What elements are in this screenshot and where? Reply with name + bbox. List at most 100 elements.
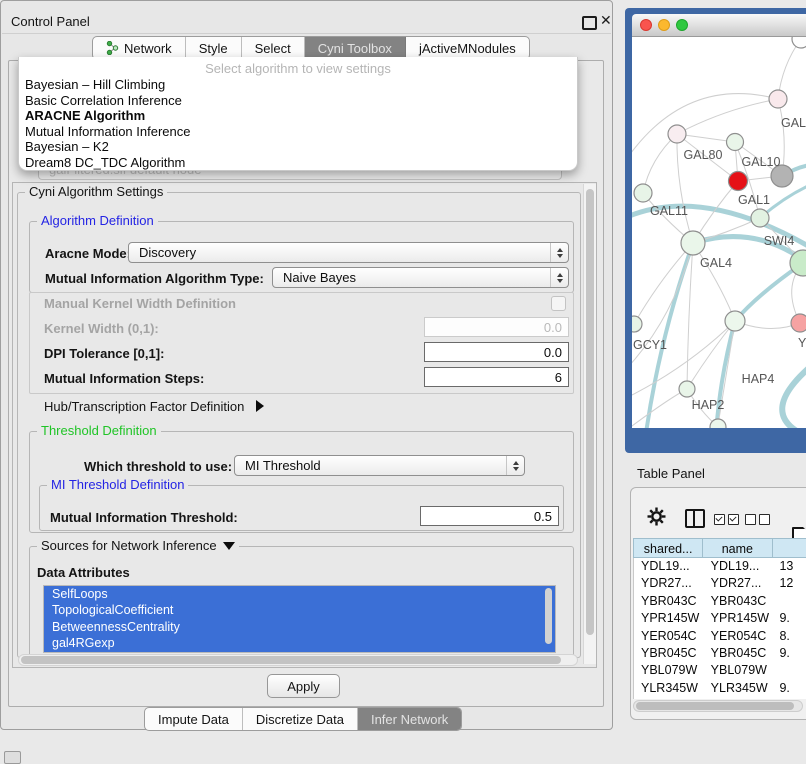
column-header-clipped[interactable]: [773, 538, 806, 558]
which-threshold-combobox[interactable]: MI Threshold: [234, 455, 525, 476]
network-node-swi4[interactable]: [751, 209, 769, 227]
split-columns-icon[interactable]: [685, 509, 705, 528]
network-edge[interactable]: [632, 389, 687, 428]
mac-minimize-icon[interactable]: [658, 19, 670, 31]
hub-section-toggle[interactable]: Hub/Transcription Factor Definition: [44, 399, 264, 414]
list-scrollbar-thumb[interactable]: [545, 588, 552, 644]
table-row[interactable]: YPR145WYPR145W9.: [634, 610, 806, 627]
aracne-mode-combobox[interactable]: Discovery: [128, 242, 569, 263]
mac-zoom-icon[interactable]: [676, 19, 688, 31]
network-canvas[interactable]: GALGAL80GAL10GAL1GAL11SWI4GAL4GCY1HAP4YH…: [632, 37, 806, 428]
algorithm-option-mutual-information-inference[interactable]: Mutual Information Inference: [19, 124, 577, 140]
table-cell: 13: [772, 558, 806, 575]
tab-style[interactable]: Style: [186, 37, 242, 59]
tab-cyni-toolbox[interactable]: Cyni Toolbox: [305, 37, 406, 59]
mi-type-combobox[interactable]: Naive Bayes: [272, 267, 569, 288]
table-row[interactable]: YBL079WYBL079W: [634, 662, 806, 679]
network-node-gal1[interactable]: [729, 172, 748, 191]
tab-jactivemnodules[interactable]: jActiveMNodules: [406, 37, 529, 59]
algorithm-option-aracne-algorithm[interactable]: ARACNE Algorithm: [19, 108, 577, 124]
kernel-width-field[interactable]: 0.0: [424, 317, 569, 337]
network-node-gal11[interactable]: [634, 184, 652, 202]
table-row[interactable]: YER054CYER054C8.: [634, 628, 806, 645]
column-header-name[interactable]: name: [703, 538, 772, 558]
group-title: Algorithm Definition: [37, 213, 158, 228]
table-header-row: shared...name: [633, 538, 806, 558]
spinner-arrows-icon[interactable]: [550, 243, 568, 262]
gear-icon[interactable]: [647, 507, 666, 531]
algorithm-option-basic-correlation-inference[interactable]: Basic Correlation Inference: [19, 93, 577, 109]
deselect-all-checkboxes-icon[interactable]: [745, 512, 773, 530]
expanded-arrow-icon[interactable]: [223, 542, 235, 550]
settings-vertical-scrollbar[interactable]: [583, 184, 596, 664]
table-cell: YDR27...: [634, 575, 704, 592]
manual-kernel-checkbox[interactable]: [551, 296, 566, 311]
scrollbar-thumb[interactable]: [636, 702, 794, 710]
tab-impute-data[interactable]: Impute Data: [145, 708, 243, 730]
dpi-tolerance-label: DPI Tolerance [0,1]:: [44, 346, 164, 361]
network-edge[interactable]: [643, 134, 677, 193]
node-label-swi4: SWI4: [764, 234, 795, 248]
scrollbar-thumb[interactable]: [21, 656, 561, 664]
table-row[interactable]: YIL052CYIL052C9: [634, 697, 806, 699]
group-title: Cyni Algorithm Settings: [25, 184, 167, 199]
table-cell: YDL19...: [704, 558, 773, 575]
table-row[interactable]: YDL19...YDL19...13: [634, 558, 806, 575]
table-cell: 9.: [772, 680, 806, 697]
apply-button[interactable]: Apply: [267, 674, 340, 698]
mi-steps-field[interactable]: 6: [424, 367, 569, 387]
tab-network[interactable]: Network: [93, 37, 186, 59]
tab-discretize-data[interactable]: Discretize Data: [243, 708, 358, 730]
node-label-hap4: HAP4: [742, 372, 775, 386]
tab-select[interactable]: Select: [242, 37, 305, 59]
network-node-gal10[interactable]: [727, 134, 744, 151]
network-node-gal80[interactable]: [668, 125, 686, 143]
network-node-gal4[interactable]: [681, 231, 705, 255]
spinner-arrows-icon[interactable]: [506, 456, 524, 475]
table-row[interactable]: YLR345WYLR345W9.: [634, 680, 806, 697]
network-node[interactable]: [710, 419, 726, 428]
network-window-titlebar[interactable]: [632, 14, 806, 37]
network-node-gal[interactable]: [769, 90, 787, 108]
tab-infer-network[interactable]: Infer Network: [358, 708, 461, 730]
network-edge[interactable]: [677, 99, 778, 134]
network-edge[interactable]: [687, 243, 693, 389]
table-cell: YBR043C: [634, 593, 704, 610]
table-cell: YBR043C: [704, 593, 773, 610]
attribute-item-selfloops[interactable]: SelfLoops: [44, 586, 555, 602]
network-node-y[interactable]: [791, 314, 806, 332]
network-edge[interactable]: [693, 243, 735, 321]
select-all-checkboxes-icon[interactable]: [714, 512, 742, 530]
algorithm-dropdown-list: Bayesian – Hill ClimbingBasic Correlatio…: [19, 77, 577, 171]
table-horizontal-scrollbar[interactable]: [633, 700, 803, 712]
table-row[interactable]: YDR27...YDR27...12: [634, 575, 806, 592]
network-node-hap2[interactable]: [679, 381, 695, 397]
algorithm-option-dream8-dc-tdc-algorithm[interactable]: Dream8 DC_TDC Algorithm: [19, 155, 577, 171]
network-node-hap4[interactable]: [725, 311, 745, 331]
attribute-item-topologicalcoefficient[interactable]: TopologicalCoefficient: [44, 602, 555, 618]
scrollbar-thumb[interactable]: [586, 189, 594, 635]
settings-horizontal-scrollbar[interactable]: [18, 654, 578, 666]
network-edge[interactable]: [778, 39, 801, 99]
attribute-item-gal4rgexp[interactable]: gal4RGexp: [44, 635, 555, 651]
table-row[interactable]: YBR043CYBR043C: [634, 593, 806, 610]
network-node-gcy1[interactable]: [632, 316, 642, 332]
mac-close-icon[interactable]: [640, 19, 652, 31]
network-node[interactable]: [792, 37, 806, 48]
collapsed-arrow-icon[interactable]: [256, 400, 264, 412]
dpi-tolerance-field[interactable]: 0.0: [424, 342, 569, 362]
attribute-item-betweennesscentrality[interactable]: BetweennessCentrality: [44, 619, 555, 635]
mi-threshold-field[interactable]: 0.5: [420, 506, 559, 526]
network-edge[interactable]: [634, 243, 693, 324]
algorithm-option-bayesian-hill-climbing[interactable]: Bayesian – Hill Climbing: [19, 77, 577, 93]
spinner-arrows-icon[interactable]: [550, 268, 568, 287]
algorithm-option-bayesian-k2[interactable]: Bayesian – K2: [19, 139, 577, 155]
column-header-shared[interactable]: shared...: [633, 538, 703, 558]
docked-panel-icon[interactable]: [4, 751, 21, 764]
close-icon[interactable]: ✕: [600, 12, 612, 29]
data-attributes-list[interactable]: SelfLoopsTopologicalCoefficientBetweenne…: [43, 585, 556, 653]
table-row[interactable]: YBR045CYBR045C9.: [634, 645, 806, 662]
float-window-icon[interactable]: [582, 16, 597, 30]
network-edge[interactable]: [782, 367, 806, 428]
table-cell: 12: [772, 575, 806, 592]
